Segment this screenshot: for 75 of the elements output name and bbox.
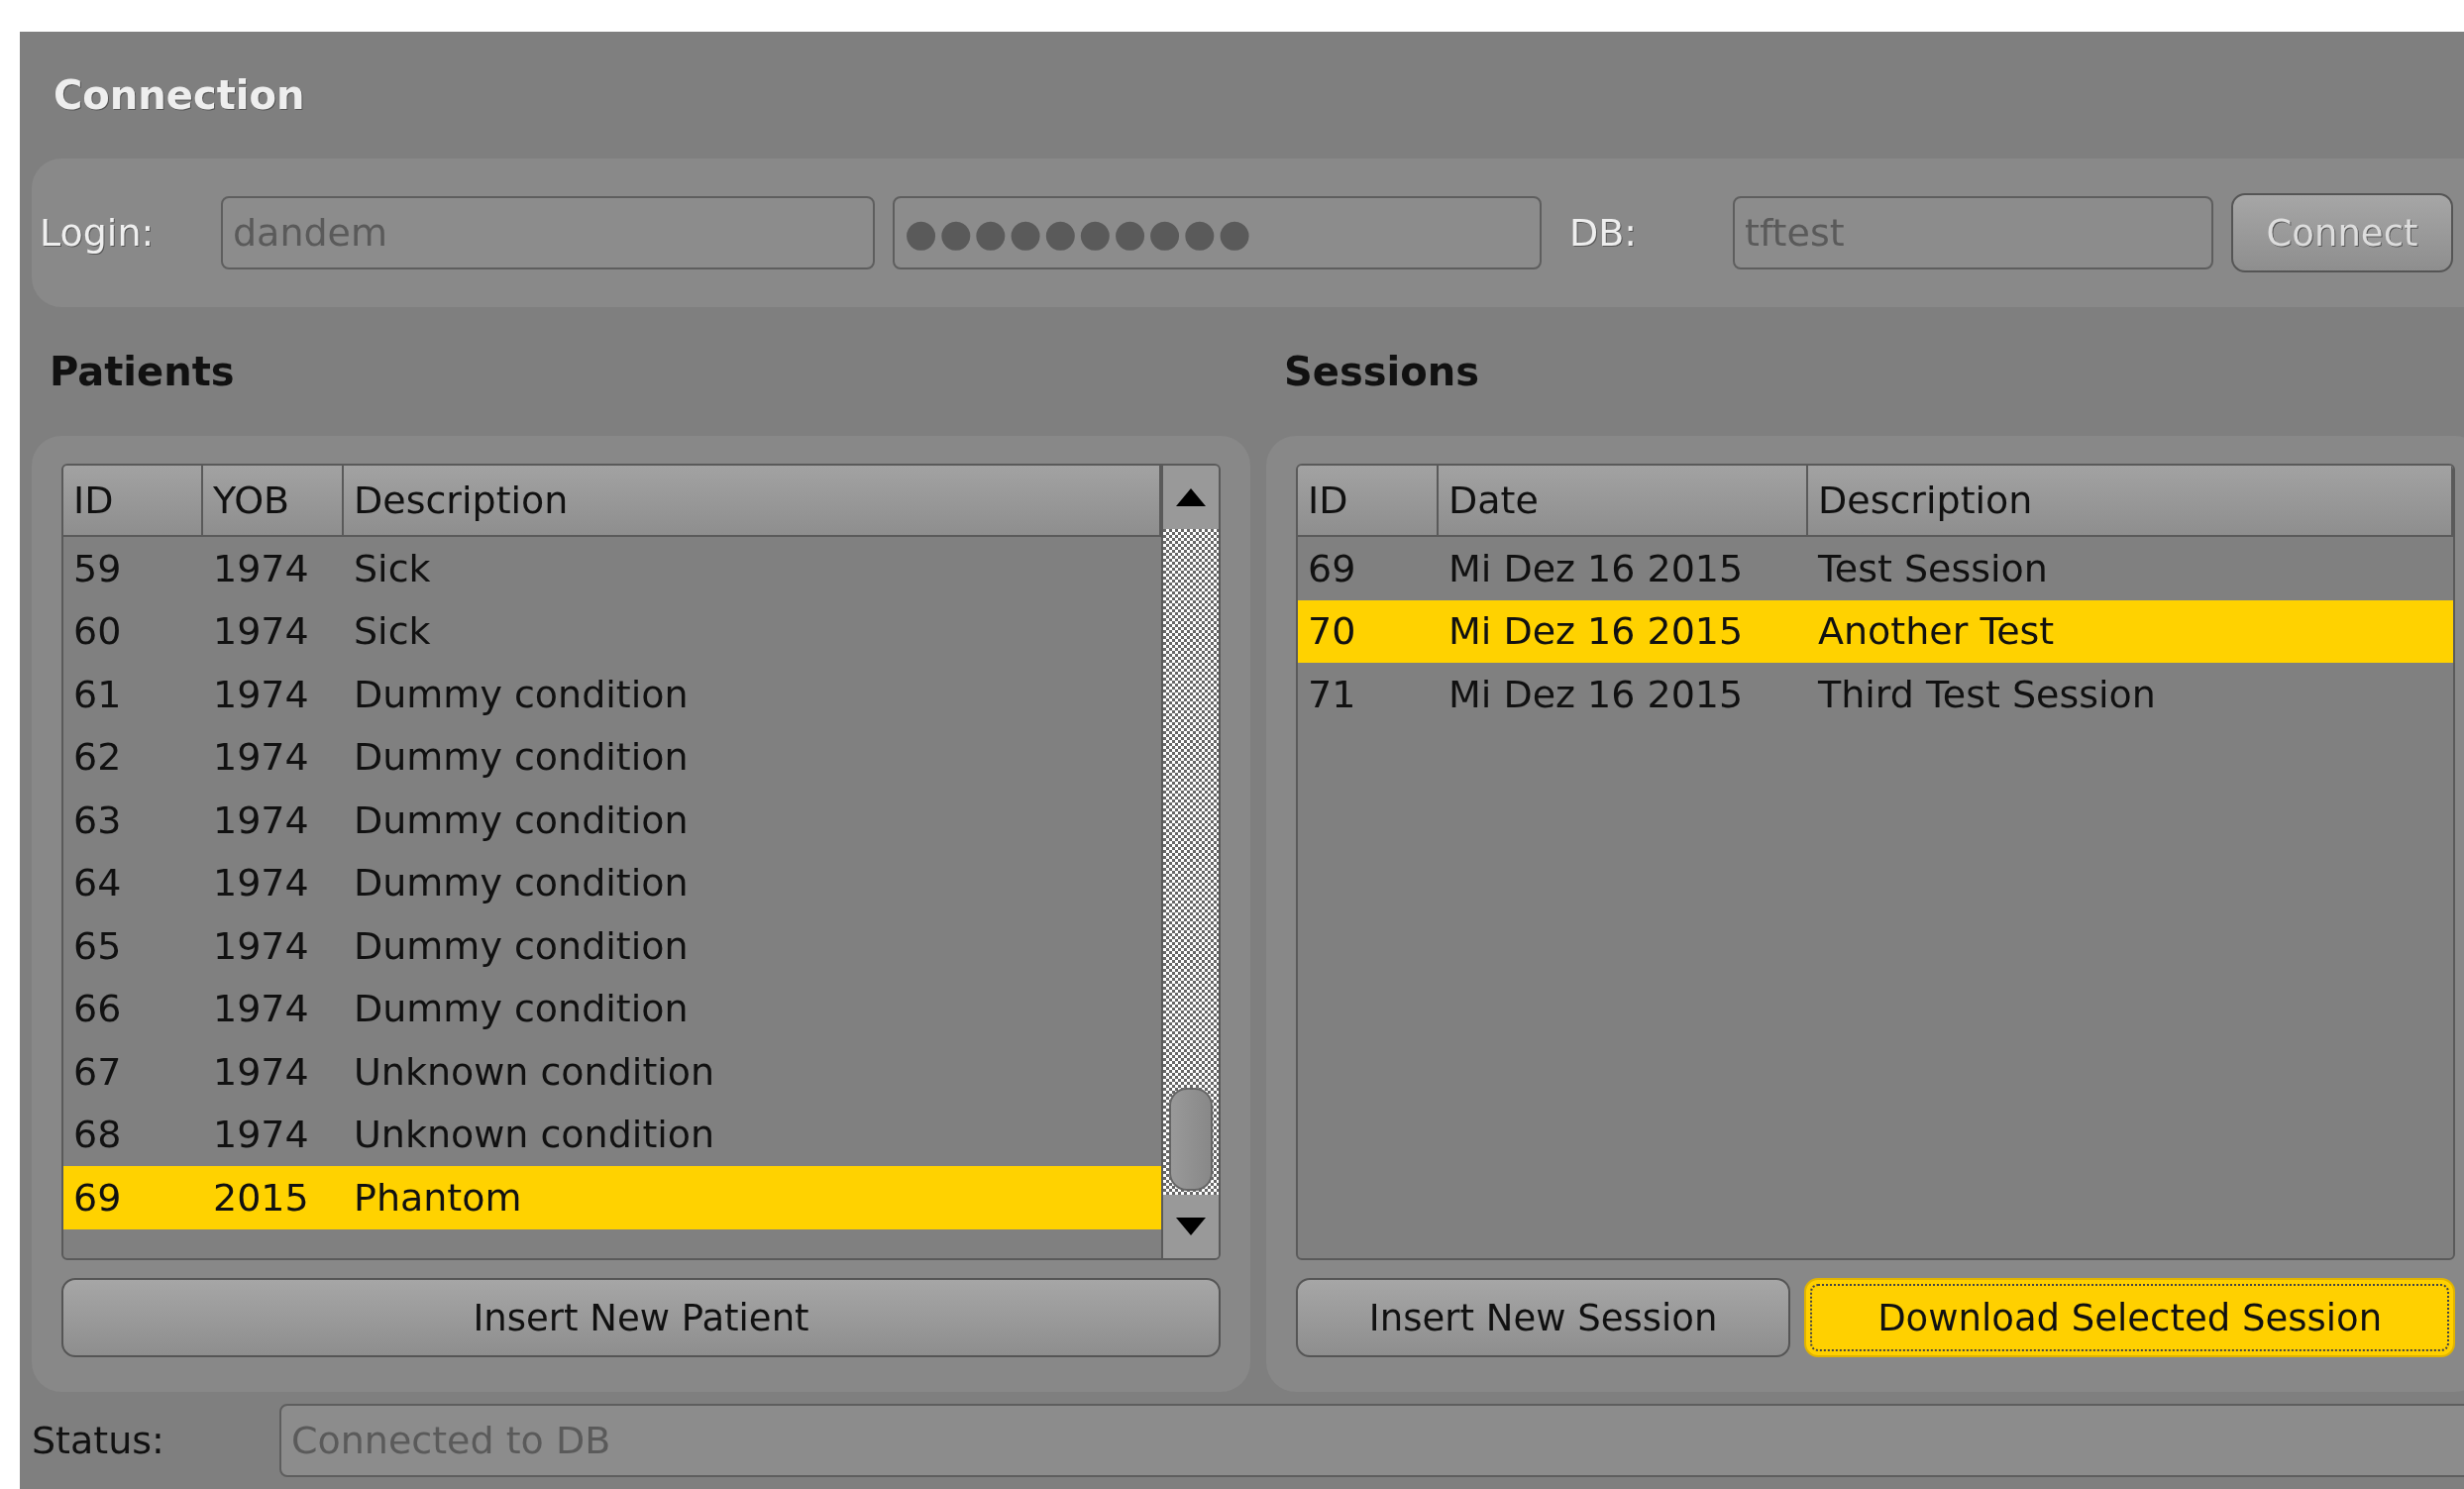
table-row[interactable]: 65 1974 Dummy condition bbox=[63, 914, 1161, 978]
table-cell-text: Dummy condition bbox=[353, 922, 690, 970]
table-cell-text: 68 bbox=[72, 1112, 123, 1159]
column-header[interactable]: ID bbox=[63, 466, 203, 535]
db-label: DB: bbox=[1568, 211, 1639, 255]
table-row[interactable]: 69 2015 Phantom bbox=[63, 1166, 1161, 1229]
table-row[interactable]: 62 1974 Dummy condition bbox=[63, 725, 1161, 789]
table-cell-text: Unknown condition bbox=[353, 1048, 716, 1096]
table-cell-text: 69 bbox=[72, 1174, 123, 1222]
table-row[interactable]: 64 1974 Dummy condition bbox=[63, 851, 1161, 914]
table-row[interactable]: 70 Mi Dez 16 2015 Another Test bbox=[1298, 599, 2453, 663]
table-cell-text: 1974 bbox=[212, 860, 310, 907]
column-header[interactable]: ID bbox=[1298, 466, 1439, 535]
table-row[interactable]: 66 1974 Dummy condition bbox=[63, 977, 1161, 1040]
table-cell-text: 2015 bbox=[212, 1174, 310, 1222]
table-cell-text: 1974 bbox=[212, 671, 310, 718]
table-cell-text: 71 bbox=[1307, 671, 1357, 718]
login-label: Login: bbox=[40, 211, 156, 255]
table-cell-text: 1974 bbox=[212, 986, 310, 1033]
action-button[interactable]: Insert New Session bbox=[1296, 1278, 1791, 1357]
down-arrow-icon[interactable] bbox=[1176, 1218, 1206, 1235]
table-cell-text: 64 bbox=[72, 860, 123, 907]
table-cell-text: 66 bbox=[72, 986, 123, 1033]
table-cell-text: Unknown condition bbox=[353, 1112, 716, 1159]
table-cell-text: Phantom bbox=[353, 1174, 523, 1222]
section-title: Patients bbox=[50, 349, 235, 394]
table-cell-text: 59 bbox=[72, 545, 123, 592]
status-label: Status: bbox=[32, 1419, 165, 1462]
table-row[interactable]: 63 1974 Dummy condition bbox=[63, 789, 1161, 852]
scroll-thumb[interactable] bbox=[1169, 1088, 1213, 1191]
table-cell-text: Dummy condition bbox=[353, 860, 690, 907]
table-cell-text: 1974 bbox=[212, 734, 310, 782]
column-header[interactable]: Description bbox=[1808, 466, 2453, 535]
table-cell-text: Mi Dez 16 2015 bbox=[1447, 545, 1745, 592]
table-row[interactable]: 69 Mi Dez 16 2015 Test Session bbox=[1298, 537, 2453, 600]
action-button[interactable]: Insert New Patient bbox=[61, 1278, 1221, 1357]
column-header[interactable]: Description bbox=[344, 466, 1161, 535]
table-cell-text: Dummy condition bbox=[353, 986, 690, 1033]
table-cell-text: 1974 bbox=[212, 797, 310, 844]
table-cell-text: 1974 bbox=[212, 1048, 310, 1096]
up-arrow-icon[interactable] bbox=[1176, 488, 1206, 506]
table-cell-text: Sick bbox=[353, 545, 432, 592]
table-cell-text: Mi Dez 16 2015 bbox=[1447, 608, 1745, 656]
table-row[interactable]: 71 Mi Dez 16 2015 Third Test Session bbox=[1298, 663, 2453, 726]
column-header[interactable]: Date bbox=[1439, 466, 1808, 535]
table-cell-text: 1974 bbox=[212, 608, 310, 656]
table-cell-text: Dummy condition bbox=[353, 734, 690, 782]
table-cell-text: Test Session bbox=[1817, 545, 2049, 592]
table-row[interactable]: 59 1974 Sick bbox=[63, 537, 1161, 600]
table-cell-text: 1974 bbox=[212, 1112, 310, 1159]
table-cell-text: Third Test Session bbox=[1817, 671, 2157, 718]
table-cell-text: 1974 bbox=[212, 922, 310, 970]
table-cell-text: 60 bbox=[72, 608, 123, 656]
table-cell-text: 61 bbox=[72, 671, 123, 718]
column-header[interactable]: YOB bbox=[203, 466, 344, 535]
table-row[interactable]: 68 1974 Unknown condition bbox=[63, 1103, 1161, 1166]
table-cell-text: 65 bbox=[72, 922, 123, 970]
scrollbar[interactable] bbox=[1161, 466, 1219, 1258]
section-title: Sessions bbox=[1284, 349, 1480, 394]
table-row[interactable]: 60 1974 Sick bbox=[63, 599, 1161, 663]
table-cell-text: 62 bbox=[72, 734, 123, 782]
table-cell-text: Another Test bbox=[1817, 608, 2056, 656]
table-row[interactable]: 61 1974 Dummy condition bbox=[63, 663, 1161, 726]
table-row[interactable]: 67 1974 Unknown condition bbox=[63, 1040, 1161, 1104]
action-button[interactable]: Download Selected Session bbox=[1804, 1278, 2455, 1357]
table-cell-text: 70 bbox=[1307, 608, 1357, 656]
table-cell-text: 1974 bbox=[212, 545, 310, 592]
table-cell-text: Mi Dez 16 2015 bbox=[1447, 671, 1745, 718]
table-cell-text: 63 bbox=[72, 797, 123, 844]
section-title: Connection bbox=[54, 72, 305, 118]
table-cell-text: 67 bbox=[72, 1048, 123, 1096]
table-cell-text: Sick bbox=[353, 608, 432, 656]
table-cell-text: Dummy condition bbox=[353, 671, 690, 718]
table-cell-text: 69 bbox=[1307, 545, 1357, 592]
table-cell-text: Dummy condition bbox=[353, 797, 690, 844]
